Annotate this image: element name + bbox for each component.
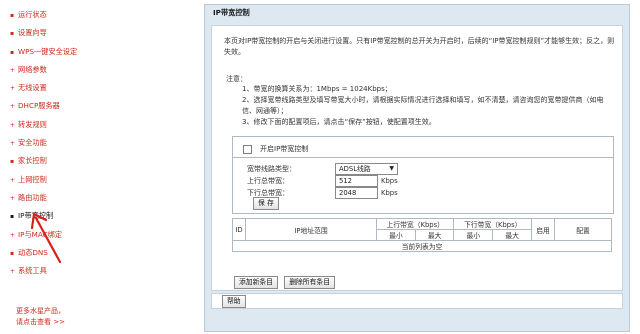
note-item: 1、带宽的换算关系为：1Mbps = 1024Kbps；	[242, 85, 392, 93]
bullet-icon: +	[10, 231, 16, 239]
sidebar-item-network[interactable]: + 网络参数	[10, 61, 200, 79]
enable-checkbox[interactable]	[243, 144, 252, 154]
download-unit: Kbps	[381, 189, 398, 197]
sidebar-item-routing[interactable]: + 路由功能	[10, 189, 200, 207]
sidebar-item-status[interactable]: ▪ 运行状态	[10, 6, 200, 24]
add-entry-button[interactable]: 添加新条目	[234, 276, 278, 289]
line-type-select[interactable]: ADSL线路 ▼	[335, 163, 398, 175]
bullet-icon: ▪	[10, 12, 15, 19]
col-up-min-header: 最小	[376, 229, 416, 241]
divider	[233, 157, 613, 158]
download-bandwidth-input[interactable]: 2048	[335, 187, 378, 199]
sidebar-item-label: 设置向导	[18, 28, 47, 38]
bullet-icon: ▪	[10, 158, 15, 166]
table-header-row: ID IP地址范围 上行带宽（Kbps） 下行带宽（Kbps） 启用 配置	[232, 218, 612, 241]
intro-text: 本页对IP带宽控制的开启与关闭进行设置。只有IP带宽控制的总开关为开启时，后续的…	[224, 37, 615, 56]
sidebar-item-label: 系统工具	[18, 266, 47, 276]
upload-unit: Kbps	[381, 177, 398, 185]
bullet-icon: ▪	[10, 213, 15, 221]
bullet-icon: +	[10, 176, 16, 184]
help-bar: 帮助	[211, 293, 623, 309]
sidebar-item-label: 网络参数	[18, 64, 47, 74]
sidebar-item-label: WPS一键安全设定	[18, 46, 78, 56]
bullet-icon: +	[10, 194, 16, 202]
sidebar-item-security[interactable]: + 安全功能	[10, 134, 200, 152]
sidebar-item-forwarding[interactable]: + 转发规则	[10, 116, 200, 134]
settings-panel: 本页对IP带宽控制的开启与关闭进行设置。只有IP带宽控制的总开关为开启时，后续的…	[211, 25, 623, 291]
bullet-icon: +	[10, 66, 16, 74]
enable-label: 开启IP带宽控制	[260, 145, 309, 153]
note-label: 注意：	[226, 75, 247, 83]
note-item: 3、修改下面的配置项后，请点击“保存”按钮，使配置项生效。	[242, 118, 436, 126]
col-down-min-header: 最小	[453, 229, 494, 241]
upload-bandwidth-input[interactable]: 512	[335, 175, 378, 187]
col-enable-header: 启用	[531, 218, 555, 241]
sidebar-item-parental[interactable]: ▪ 家长控制	[10, 152, 200, 170]
sidebar-item-label: 安全功能	[18, 138, 47, 148]
sidebar-item-system-tools[interactable]: + 系统工具	[10, 262, 200, 280]
bullet-icon: ▪	[10, 249, 15, 257]
note-item: 2、选择宽带线路类型及填写带宽大小时，请根据实际情况进行选择和填写，如不清楚，请…	[242, 96, 604, 115]
col-down-max-header: 最大	[492, 229, 532, 241]
col-up-max-header: 最大	[414, 229, 455, 241]
bullet-icon: ▪	[10, 48, 15, 56]
col-download-header: 下行带宽（Kbps）	[453, 218, 532, 230]
enable-row: 开启IP带宽控制	[243, 143, 308, 155]
sidebar-item-wizard[interactable]: ▪ 设置向导	[10, 24, 200, 42]
line-type-label: 宽带线路类型：	[247, 165, 296, 173]
save-button[interactable]: 保 存	[253, 197, 279, 210]
notes-list: 1、带宽的换算关系为：1Mbps = 1024Kbps； 2、选择宽带线路类型及…	[242, 84, 612, 128]
table-actions: 添加新条目 删除所有条目	[234, 276, 339, 289]
rules-table: ID IP地址范围 上行带宽（Kbps） 下行带宽（Kbps） 启用 配置 最小…	[232, 218, 612, 252]
sidebar-item-label: 家长控制	[18, 156, 47, 166]
bullet-icon: +	[10, 103, 16, 111]
sidebar-item-access-control[interactable]: + 上网控制	[10, 171, 200, 189]
promo-line-1: 更多水星产品，	[16, 307, 65, 315]
sidebar-item-label: 路由功能	[18, 192, 47, 202]
sidebar-item-wps[interactable]: ▪ WPS一键安全设定	[10, 43, 200, 61]
main-content: IP带宽控制 本页对IP带宽控制的开启与关闭进行设置。只有IP带宽控制的总开关为…	[204, 4, 630, 332]
promo-line-2: 请点击查看 >>	[16, 318, 65, 326]
bullet-icon: +	[10, 121, 16, 129]
pointer-arrow-icon	[30, 212, 62, 264]
bullet-icon: +	[10, 140, 16, 148]
col-upload-header: 上行带宽（Kbps）	[375, 218, 455, 230]
delete-all-button[interactable]: 删除所有条目	[284, 276, 335, 289]
bullet-icon: +	[10, 85, 16, 93]
sidebar-item-label: DHCP服务器	[18, 101, 60, 111]
page-title: IP带宽控制	[205, 5, 629, 21]
line-type-value: ADSL线路	[339, 165, 371, 173]
bandwidth-settings-box: 开启IP带宽控制 宽带线路类型： ADSL线路 ▼ 上行总带宽： 512 Kbp…	[232, 136, 614, 214]
promo-link[interactable]: 更多水星产品， 请点击查看 >>	[16, 306, 65, 328]
dropdown-caret-icon: ▼	[389, 165, 394, 172]
sidebar-item-label: 转发规则	[18, 119, 47, 129]
sidebar-item-label: 运行状态	[18, 10, 47, 19]
col-id-header: ID	[232, 218, 246, 241]
bullet-icon: ▪	[10, 30, 15, 38]
col-ip-header: IP地址范围	[245, 218, 377, 241]
bullet-icon: +	[10, 268, 16, 276]
sidebar-item-label: 上网控制	[18, 174, 47, 184]
sidebar-item-label: 无线设置	[18, 83, 47, 93]
col-config-header: 配置	[554, 218, 612, 241]
empty-list-text: 当前列表为空	[232, 240, 612, 252]
sidebar-item-dhcp[interactable]: + DHCP服务器	[10, 97, 200, 115]
help-button[interactable]: 帮助	[222, 295, 246, 308]
sidebar: ▪ 运行状态 ▪ 设置向导 ▪ WPS一键安全设定 + 网络参数 + 无线设置 + DHCP…	[0, 0, 200, 334]
sidebar-item-wireless[interactable]: + 无线设置	[10, 79, 200, 97]
table-row: 当前列表为空	[232, 240, 612, 252]
upload-label: 上行总带宽：	[247, 177, 289, 185]
